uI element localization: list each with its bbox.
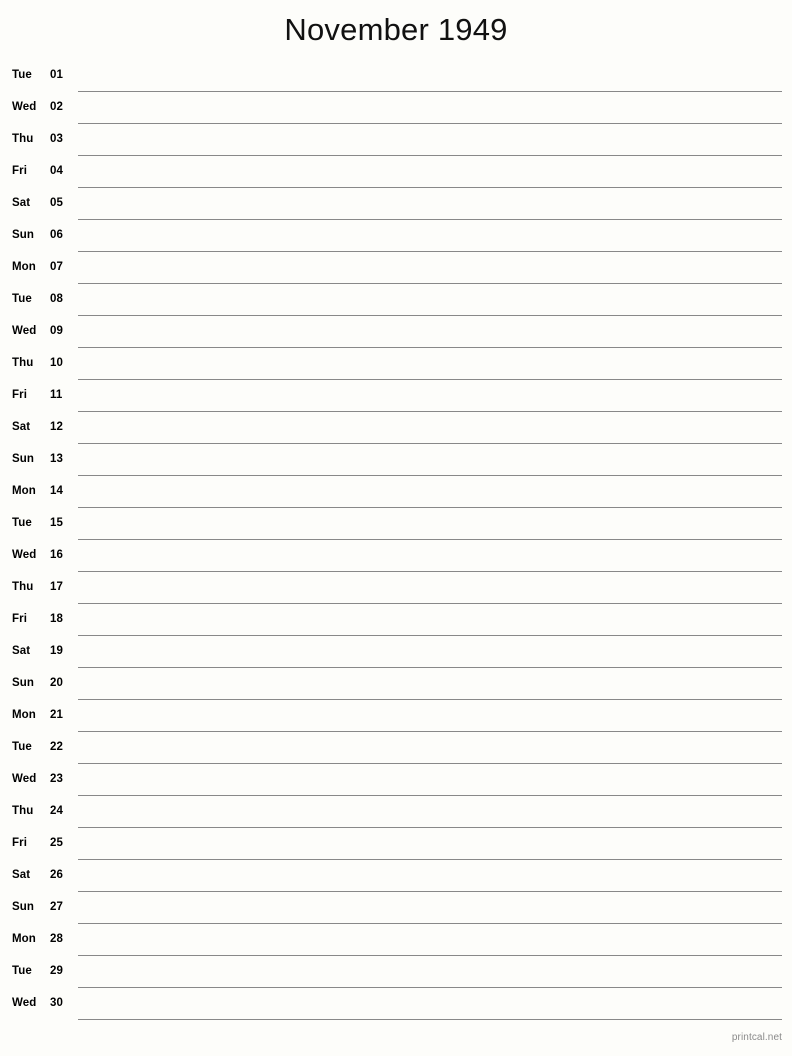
day-weekday-label: Sun <box>12 229 35 241</box>
day-row[interactable]: Sat 12 <box>0 412 792 444</box>
day-weekday-label: Sat <box>12 197 31 209</box>
day-row[interactable]: Fri 04 <box>0 156 792 188</box>
day-number-label: 06 <box>50 229 63 241</box>
day-row[interactable]: Tue 08 <box>0 284 792 316</box>
day-weekday-label: Tue <box>12 741 32 753</box>
day-row[interactable]: Sat 05 <box>0 188 792 220</box>
day-number-label: 30 <box>50 997 63 1009</box>
day-number-label: 18 <box>50 613 63 625</box>
day-weekday-label: Tue <box>12 517 32 529</box>
day-weekday-label: Wed <box>12 549 37 561</box>
day-row[interactable]: Tue 29 <box>0 956 792 988</box>
day-weekday-label: Thu <box>12 805 34 817</box>
day-row-list: Tue 01 Wed 02 Thu 03 Fri 04 Sat 05 Sun 06 Mon 07 Tue 08… <box>0 60 792 1020</box>
day-number-label: 28 <box>50 933 63 945</box>
day-row[interactable]: Thu 10 <box>0 348 792 380</box>
day-number-label: 01 <box>50 69 63 81</box>
day-number-label: 15 <box>50 517 63 529</box>
day-row[interactable]: Wed 02 <box>0 92 792 124</box>
day-number-label: 27 <box>50 901 63 913</box>
day-number-label: 07 <box>50 261 63 273</box>
page-title: November 1949 <box>284 12 508 47</box>
day-weekday-label: Fri <box>12 837 27 849</box>
day-row[interactable]: Sun 27 <box>0 892 792 924</box>
day-weekday-label: Thu <box>12 133 34 145</box>
day-number-label: 05 <box>50 197 63 209</box>
day-weekday-label: Sat <box>12 645 31 657</box>
day-weekday-label: Mon <box>12 933 36 945</box>
day-weekday-label: Fri <box>12 389 27 401</box>
day-row[interactable]: Fri 11 <box>0 380 792 412</box>
day-row[interactable]: Fri 18 <box>0 604 792 636</box>
day-row[interactable]: Mon 21 <box>0 700 792 732</box>
day-weekday-label: Mon <box>12 485 36 497</box>
day-row[interactable]: Tue 15 <box>0 508 792 540</box>
day-row[interactable]: Wed 16 <box>0 540 792 572</box>
day-row[interactable]: Sat 19 <box>0 636 792 668</box>
day-row[interactable]: Mon 28 <box>0 924 792 956</box>
calendar-page: November 1949 Tue 01 Wed 02 Thu 03 Fri 04 Sat 05 S… <box>0 0 792 1056</box>
day-number-label: 09 <box>50 325 63 337</box>
day-row[interactable]: Wed 09 <box>0 316 792 348</box>
day-row[interactable]: Wed 30 <box>0 988 792 1020</box>
day-row[interactable]: Mon 14 <box>0 476 792 508</box>
day-weekday-label: Fri <box>12 613 27 625</box>
day-number-label: 21 <box>50 709 63 721</box>
day-weekday-label: Wed <box>12 773 37 785</box>
day-row[interactable]: Tue 22 <box>0 732 792 764</box>
day-row[interactable]: Thu 24 <box>0 796 792 828</box>
day-row[interactable]: Sun 13 <box>0 444 792 476</box>
day-number-label: 20 <box>50 677 63 689</box>
day-number-label: 02 <box>50 101 63 113</box>
day-weekday-label: Wed <box>12 101 37 113</box>
day-weekday-label: Thu <box>12 357 34 369</box>
day-number-label: 04 <box>50 165 63 177</box>
day-row[interactable]: Thu 03 <box>0 124 792 156</box>
day-number-label: 16 <box>50 549 63 561</box>
day-weekday-label: Sun <box>12 453 35 465</box>
footer-watermark: printcal.net <box>731 1032 782 1043</box>
day-weekday-label: Wed <box>12 997 37 1009</box>
day-number-label: 29 <box>50 965 63 977</box>
day-weekday-label: Fri <box>12 165 27 177</box>
day-weekday-label: Sun <box>12 677 35 689</box>
day-number-label: 24 <box>50 805 63 817</box>
day-row[interactable]: Sat 26 <box>0 860 792 892</box>
day-number-label: 22 <box>50 741 63 753</box>
day-row[interactable]: Thu 17 <box>0 572 792 604</box>
day-weekday-label: Tue <box>12 965 32 977</box>
day-number-label: 10 <box>50 357 63 369</box>
day-number-label: 03 <box>50 133 63 145</box>
day-weekday-label: Wed <box>12 325 37 337</box>
day-number-label: 19 <box>50 645 63 657</box>
day-number-label: 26 <box>50 869 63 881</box>
day-number-label: 23 <box>50 773 63 785</box>
day-number-label: 08 <box>50 293 63 305</box>
day-weekday-label: Sun <box>12 901 35 913</box>
day-number-label: 25 <box>50 837 63 849</box>
day-weekday-label: Tue <box>12 293 32 305</box>
day-weekday-label: Thu <box>12 581 34 593</box>
day-number-label: 17 <box>50 581 63 593</box>
day-weekday-label: Sat <box>12 421 31 433</box>
day-row[interactable]: Fri 25 <box>0 828 792 860</box>
day-row[interactable]: Sun 06 <box>0 220 792 252</box>
day-number-label: 12 <box>50 421 63 433</box>
day-weekday-label: Tue <box>12 69 32 81</box>
day-weekday-label: Mon <box>12 709 36 721</box>
day-number-label: 14 <box>50 485 63 497</box>
day-note-writing-line[interactable] <box>78 1019 782 1020</box>
day-row[interactable]: Mon 07 <box>0 252 792 284</box>
day-number-label: 11 <box>50 389 63 401</box>
day-weekday-label: Sat <box>12 869 31 881</box>
day-row[interactable]: Tue 01 <box>0 60 792 92</box>
day-number-label: 13 <box>50 453 63 465</box>
day-row[interactable]: Wed 23 <box>0 764 792 796</box>
day-row[interactable]: Sun 20 <box>0 668 792 700</box>
day-weekday-label: Mon <box>12 261 36 273</box>
